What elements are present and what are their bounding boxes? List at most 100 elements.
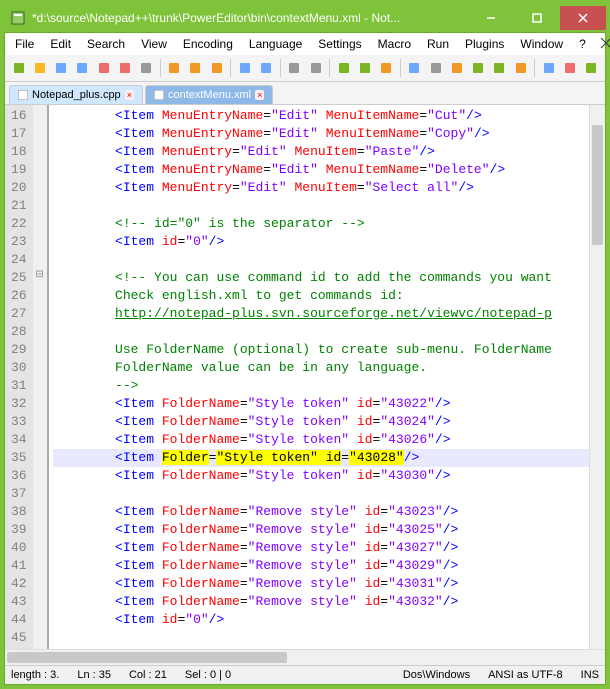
menu-file[interactable]: File [9, 35, 40, 53]
paste-icon[interactable] [207, 58, 226, 78]
menu-settings[interactable]: Settings [312, 35, 367, 53]
code-line[interactable]: <Item MenuEntry="Edit" MenuItem="Paste"/… [53, 143, 589, 161]
code-line[interactable]: <!-- id="0" is the separator --> [53, 215, 589, 233]
copy-icon[interactable] [186, 58, 205, 78]
tab-label: Notepad_plus.cpp [32, 89, 121, 101]
func-list-icon[interactable] [539, 58, 558, 78]
status-sel: Sel : 0 | 0 [185, 669, 231, 681]
titlebar[interactable]: *d:\source\Notepad++\trunk\PowerEditor\b… [4, 4, 606, 32]
editor[interactable]: 1617181920212223242526272829303132333435… [5, 104, 605, 649]
status-encoding: ANSI as UTF-8 [488, 669, 563, 681]
code-line[interactable] [53, 323, 589, 341]
tab-contextmenu-xml[interactable]: contextMenu.xml× [145, 85, 273, 104]
pin-icon[interactable] [596, 35, 610, 53]
code-line[interactable] [53, 485, 589, 503]
code-line[interactable]: http://notepad-plus.svn.sourceforge.net/… [53, 305, 589, 323]
code-line[interactable]: <Item MenuEntryName="Edit" MenuItemName=… [53, 125, 589, 143]
code-line[interactable]: <Item FolderName="Remove style" id="4302… [53, 557, 589, 575]
wrap-icon[interactable] [405, 58, 424, 78]
save-icon[interactable] [51, 58, 70, 78]
code-line[interactable]: FolderName value can be in any language. [53, 359, 589, 377]
code-line[interactable]: <Item FolderName="Style token" id="43030… [53, 467, 589, 485]
code-line[interactable]: <Item id="0"/> [53, 233, 589, 251]
maximize-button[interactable] [514, 6, 560, 30]
code-line[interactable]: <Item FolderName="Style token" id="43024… [53, 413, 589, 431]
code-line[interactable]: <Item id="0"/> [53, 611, 589, 629]
menu-run[interactable]: Run [421, 35, 455, 53]
status-mode: INS [581, 669, 599, 681]
code-line[interactable]: <Item FolderName="Remove style" id="4302… [53, 539, 589, 557]
replace-icon[interactable] [306, 58, 325, 78]
print-icon[interactable] [136, 58, 155, 78]
undo-icon[interactable] [235, 58, 254, 78]
code-line[interactable]: <Item FolderName="Remove style" id="4303… [53, 593, 589, 611]
code-line[interactable]: <Item FolderName="Remove style" id="4303… [53, 575, 589, 593]
play-icon[interactable] [582, 58, 601, 78]
cut-icon[interactable] [165, 58, 184, 78]
close-button[interactable] [560, 6, 606, 30]
vertical-scrollbar[interactable] [589, 105, 605, 649]
tab-close-icon[interactable]: × [255, 90, 264, 100]
record-icon[interactable] [560, 58, 579, 78]
menu-language[interactable]: Language [243, 35, 308, 53]
minimize-button[interactable] [468, 6, 514, 30]
menubar: FileEditSearchViewEncodingLanguageSettin… [5, 33, 605, 55]
code-line[interactable]: <Item FolderName="Remove style" id="4302… [53, 521, 589, 539]
statusbar: length : 3. Ln : 35 Col : 21 Sel : 0 | 0… [5, 665, 605, 684]
window-title: *d:\source\Notepad++\trunk\PowerEditor\b… [32, 11, 468, 25]
menu-search[interactable]: Search [81, 35, 131, 53]
new-icon[interactable] [9, 58, 28, 78]
menu-window[interactable]: Window [514, 35, 569, 53]
zoom-in-icon[interactable] [334, 58, 353, 78]
open-icon[interactable] [30, 58, 49, 78]
doc-map-icon[interactable] [511, 58, 530, 78]
file-icon [18, 90, 28, 100]
menu-plugins[interactable]: Plugins [459, 35, 510, 53]
status-eol: Dos\Windows [403, 669, 470, 681]
code-line[interactable]: <Item Folder="Style token" id="43028"/> [53, 449, 589, 467]
code-line[interactable]: <Item MenuEntry="Edit" MenuItem="Select … [53, 179, 589, 197]
code-line[interactable]: --> [53, 377, 589, 395]
toolbar [5, 55, 605, 82]
file-icon [154, 90, 164, 100]
tab-close-icon[interactable]: × [125, 90, 134, 100]
app-icon [10, 10, 26, 26]
code-line[interactable] [53, 197, 589, 215]
code-line[interactable]: <!-- You can use command id to add the c… [53, 269, 589, 287]
save-all-icon[interactable] [73, 58, 92, 78]
code-line[interactable]: <Item FolderName="Style token" id="43026… [53, 431, 589, 449]
status-ln: Ln : 35 [77, 669, 111, 681]
horizontal-scrollbar[interactable] [5, 649, 605, 665]
zoom-out-icon[interactable] [355, 58, 374, 78]
code-line[interactable]: Check english.xml to get commands id: [53, 287, 589, 305]
chars-icon[interactable] [426, 58, 445, 78]
scrollbar-thumb[interactable] [7, 652, 287, 663]
unfold-icon[interactable] [490, 58, 509, 78]
code-line[interactable] [53, 629, 589, 647]
redo-icon[interactable] [257, 58, 276, 78]
menu-macro[interactable]: Macro [372, 35, 417, 53]
menu-encoding[interactable]: Encoding [177, 35, 239, 53]
line-number-gutter[interactable]: 1617181920212223242526272829303132333435… [5, 105, 33, 649]
fold-margin[interactable]: ⊟ [33, 105, 47, 649]
code-line[interactable]: <Item FolderName="Style token" id="43022… [53, 395, 589, 413]
code-line[interactable]: <Item MenuEntryName="Edit" MenuItemName=… [53, 161, 589, 179]
code-line[interactable]: <Item MenuEntryName="Edit" MenuItemName=… [53, 107, 589, 125]
menu-view[interactable]: View [135, 35, 173, 53]
menu-edit[interactable]: Edit [44, 35, 77, 53]
code-line[interactable]: <Item FolderName="Remove style" id="4302… [53, 503, 589, 521]
fold-icon[interactable] [469, 58, 488, 78]
window-frame: *d:\source\Notepad++\trunk\PowerEditor\b… [0, 0, 610, 689]
code-area[interactable]: <Item MenuEntryName="Edit" MenuItemName=… [49, 105, 589, 649]
close-icon[interactable] [94, 58, 113, 78]
tab-notepad_plus-cpp[interactable]: Notepad_plus.cpp × [9, 85, 143, 104]
menu-help[interactable]: ? [573, 35, 592, 53]
code-line[interactable]: Use FolderName (optional) to create sub-… [53, 341, 589, 359]
find-icon[interactable] [285, 58, 304, 78]
status-col: Col : 21 [129, 669, 167, 681]
close-all-icon[interactable] [115, 58, 134, 78]
scrollbar-thumb[interactable] [592, 125, 603, 245]
indent-icon[interactable] [447, 58, 466, 78]
sync-icon[interactable] [377, 58, 396, 78]
code-line[interactable] [53, 251, 589, 269]
